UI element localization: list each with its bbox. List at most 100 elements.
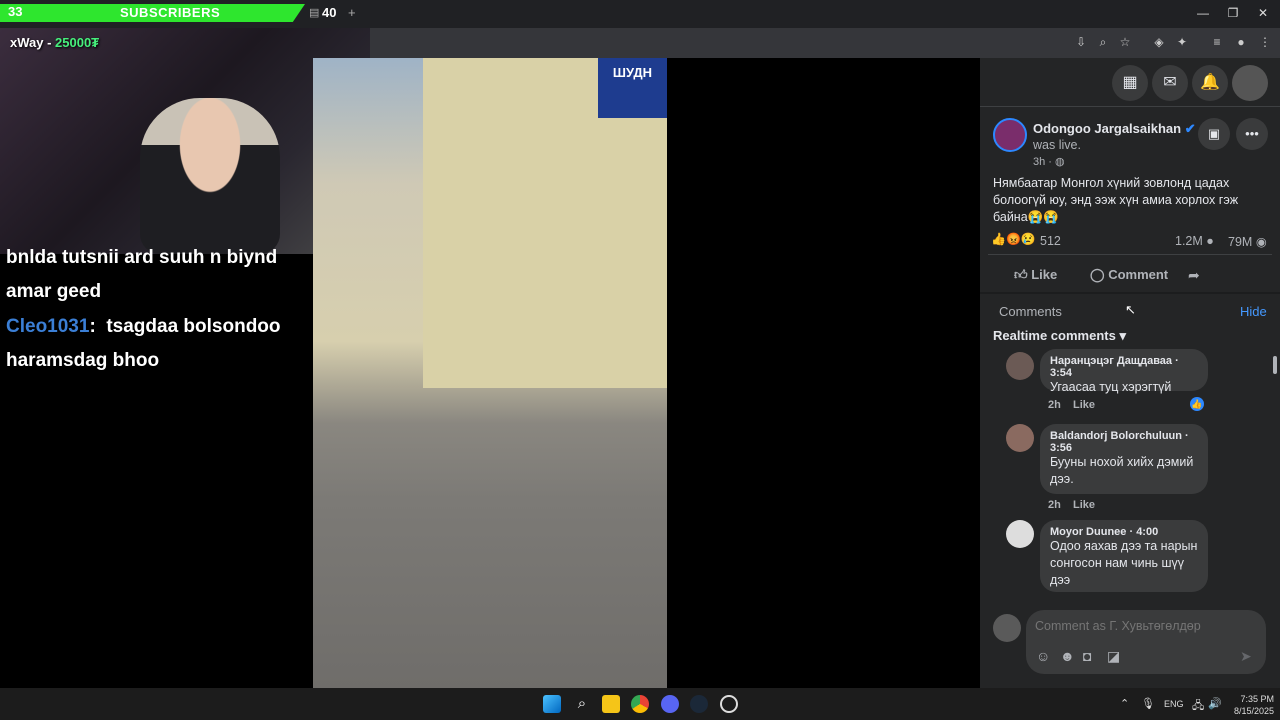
- subscriber-label: SUBSCRIBERS: [120, 5, 221, 20]
- commenter-avatar[interactable]: [1006, 424, 1034, 452]
- author-avatar[interactable]: [993, 118, 1027, 152]
- goal-icon: ▤: [309, 7, 320, 19]
- live-status: was live.: [1033, 138, 1081, 152]
- comments-scrollbar[interactable]: [1271, 348, 1279, 592]
- clock[interactable]: 7:35 PM 8/15/2025: [1226, 693, 1274, 717]
- new-tab-icon[interactable]: +: [348, 5, 356, 20]
- view-count-text: 79M: [1228, 235, 1253, 249]
- comment-timestamp[interactable]: 3:56: [1050, 442, 1072, 454]
- commenter-name[interactable]: Moyor Duunee · 4:00: [1050, 526, 1198, 538]
- thumbs-up-icon: 👍︎: [1014, 267, 1028, 282]
- profile-avatar-icon[interactable]: ●: [1233, 34, 1249, 50]
- zoom-icon[interactable]: ⌕: [1095, 34, 1111, 50]
- commenter-avatar[interactable]: [1006, 352, 1034, 380]
- streamer-figure: [140, 98, 280, 254]
- author-name[interactable]: Odongoo Jargalsaikhan ✔: [1033, 121, 1196, 137]
- comment-age: 2h: [1048, 399, 1061, 411]
- bookmark-star-icon[interactable]: ☆: [1117, 34, 1133, 50]
- comment-button[interactable]: ◯ Comment: [1090, 267, 1168, 283]
- tab-search-icon[interactable]: ≡: [1209, 34, 1225, 50]
- comment-text: Одоо яахав дээ та нарын сонгосон нам чин…: [1050, 539, 1198, 587]
- like-button-label: Like: [1031, 267, 1058, 282]
- comment-count[interactable]: 1.2M ●: [1175, 234, 1214, 248]
- comment-count-text[interactable]: 1.2M: [1175, 234, 1203, 248]
- install-app-icon[interactable]: ⇩: [1073, 34, 1089, 50]
- commenter-name-text[interactable]: Moyor Duunee: [1050, 526, 1126, 538]
- caret-down-icon: ▾: [1119, 328, 1126, 343]
- comment-text: Угаасаа туц хэрэгтүй: [1050, 380, 1172, 394]
- microphone-icon[interactable]: 🎙: [1141, 697, 1155, 710]
- hide-comments-link[interactable]: Hide: [1240, 304, 1267, 319]
- close-icon[interactable]: ✕: [1253, 4, 1273, 22]
- menu-grid-icon[interactable]: ▦: [1112, 65, 1148, 101]
- comment-timestamp[interactable]: 3:54: [1050, 367, 1072, 379]
- more-options-icon[interactable]: •••: [1236, 118, 1268, 150]
- donation-tag: xWay - 25000₮: [10, 35, 99, 50]
- commenter-name-text[interactable]: Наранцэцэг Дащдаваа: [1050, 355, 1172, 367]
- avatar-sticker-icon[interactable]: ☺: [1036, 648, 1050, 664]
- comment-input[interactable]: [1035, 616, 1255, 636]
- composer-avatar[interactable]: [993, 614, 1021, 642]
- sticker-icon[interactable]: ◪: [1107, 648, 1120, 665]
- comment-like-reaction-icon[interactable]: 👍: [1190, 397, 1204, 411]
- share-icon[interactable]: ➦: [1188, 267, 1200, 284]
- chat-message-text: tsagdaa bolsondoo: [106, 316, 281, 337]
- comment-bubble-icon: ●: [1206, 234, 1214, 248]
- donation-tag-value: 25000₮: [55, 35, 100, 50]
- subscriber-count: 33: [8, 4, 23, 19]
- commenter-avatar[interactable]: [1006, 520, 1034, 548]
- post-time-text[interactable]: 3h: [1033, 156, 1045, 168]
- comments-title: Comments: [999, 304, 1062, 319]
- video-player[interactable]: ШУДН: [313, 58, 667, 688]
- clock-date: 8/15/2025: [1233, 706, 1274, 716]
- like-button[interactable]: 👍︎ Like: [1014, 267, 1057, 283]
- author-name-text[interactable]: Odongoo Jargalsaikhan: [1033, 121, 1181, 136]
- search-icon[interactable]: ⌕: [573, 695, 591, 713]
- extension-badge-icon[interactable]: ◈: [1151, 34, 1167, 50]
- messenger-icon[interactable]: ✉: [1152, 65, 1188, 101]
- comment-like-link[interactable]: Like: [1073, 399, 1095, 411]
- chrome-icon[interactable]: [631, 695, 649, 713]
- network-icon[interactable]: 🖧: [1192, 697, 1204, 716]
- commenter-name[interactable]: Наранцэцэг Дащдаваа · 3:54: [1050, 355, 1198, 379]
- chat-username: Cleo1031: [6, 316, 90, 337]
- emoji-icon[interactable]: ☻: [1060, 648, 1075, 664]
- comment-button-label: Comment: [1108, 267, 1169, 282]
- discord-icon[interactable]: [661, 695, 679, 713]
- send-icon[interactable]: ➤: [1240, 648, 1252, 665]
- notifications-bell-icon[interactable]: 🔔: [1192, 65, 1228, 101]
- reaction-count[interactable]: 512: [1040, 234, 1061, 248]
- post-time[interactable]: 3h · ◍: [1033, 155, 1065, 168]
- restore-icon[interactable]: ❐: [1223, 4, 1243, 22]
- commenter-name-text[interactable]: Baldandorj Bolorchuluun: [1050, 430, 1182, 442]
- file-explorer-icon[interactable]: [602, 695, 620, 713]
- browser-menu-icon[interactable]: ⋮: [1257, 34, 1273, 50]
- account-avatar[interactable]: [1232, 65, 1268, 101]
- steam-icon[interactable]: [690, 695, 708, 713]
- scrollbar-thumb[interactable]: [1273, 356, 1277, 374]
- video-letterbox: [667, 58, 980, 688]
- comment-like-link[interactable]: Like: [1073, 499, 1095, 511]
- tray-chevron-icon[interactable]: ⌃: [1120, 697, 1129, 710]
- comment-timestamp[interactable]: 4:00: [1136, 526, 1158, 538]
- extensions-puzzle-icon[interactable]: ✦: [1174, 34, 1190, 50]
- verified-badge-icon: ✔: [1184, 121, 1196, 136]
- divider: [988, 254, 1272, 255]
- comment-composer[interactable]: ☺ ☻ ◘ ◪ ➤: [1026, 610, 1266, 674]
- commenter-name[interactable]: Baldandorj Bolorchuluun · 3:56: [1050, 430, 1198, 454]
- language-indicator[interactable]: ENG: [1164, 699, 1184, 709]
- comment-filter-label[interactable]: Realtime comments: [993, 328, 1116, 343]
- save-post-icon[interactable]: ▣: [1198, 118, 1230, 150]
- globe-icon: ◍: [1055, 156, 1065, 168]
- volume-icon[interactable]: 🔊: [1208, 697, 1222, 710]
- minimize-icon[interactable]: —: [1193, 4, 1213, 22]
- comment-filter-dropdown[interactable]: Realtime comments ▾: [993, 328, 1126, 344]
- camera-icon[interactable]: ◘: [1083, 648, 1091, 664]
- facebook-side-panel: ▦ ✉ 🔔 Odongoo Jargalsaikhan ✔ was live. …: [980, 58, 1280, 688]
- reaction-icons[interactable]: 👍😡😢: [991, 232, 1036, 246]
- video-sign: ШУДН: [598, 58, 667, 118]
- chat-message-line: amar geed: [6, 281, 102, 302]
- start-icon[interactable]: [543, 695, 561, 713]
- app-icon[interactable]: [720, 695, 738, 713]
- divider: [980, 292, 1280, 294]
